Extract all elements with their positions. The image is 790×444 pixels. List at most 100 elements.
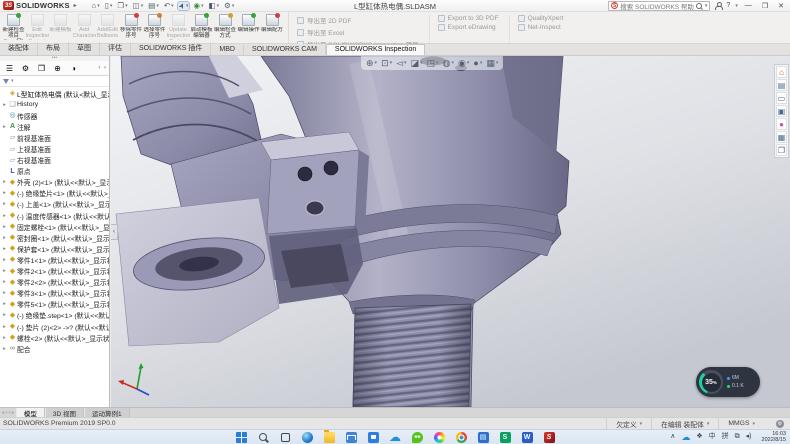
headsup-button[interactable]: ●▾ xyxy=(473,58,482,68)
export-menu-item[interactable]: 导出至 Excel xyxy=(297,27,419,37)
taskbar-app-button[interactable] xyxy=(278,430,292,444)
quick-access-button[interactable]: ◧▾ xyxy=(208,2,221,10)
tray-icon[interactable]: 中 xyxy=(709,433,716,441)
tray-icon[interactable]: ☁ xyxy=(681,433,690,441)
tree-item[interactable]: ▸ ❑ History xyxy=(0,99,109,110)
ribbon-tab[interactable]: SOLIDWORKS 插件 xyxy=(131,42,211,55)
expand-arrow-icon[interactable]: ▸ xyxy=(1,279,8,285)
expand-arrow-icon[interactable]: ▸ xyxy=(1,346,8,352)
expand-arrow-icon[interactable]: ▸ xyxy=(1,257,8,263)
ribbon-button[interactable]: 新建模板 xyxy=(49,13,72,42)
document-tab[interactable]: 3D 视图 xyxy=(45,408,84,417)
ribbon-tab[interactable]: 草图 xyxy=(69,42,100,55)
task-pane-tab[interactable]: ⌂ xyxy=(776,66,787,78)
headsup-button[interactable]: ◍▾ xyxy=(443,58,454,68)
tree-item[interactable]: ▸ ◆ (-) 垫片 (2)<2> ->? (默认<<默认> xyxy=(0,321,109,332)
tray-icon[interactable]: ❖ xyxy=(696,433,702,441)
status-options-icon[interactable]: ⚙ xyxy=(776,420,784,428)
restore-button[interactable]: ❐ xyxy=(759,2,771,10)
taskbar-app-button[interactable]: ☁ xyxy=(388,430,402,444)
tree-item[interactable]: ◎ 传感器 xyxy=(0,110,109,121)
dropdown-caret-icon[interactable]: ▾ xyxy=(404,58,407,68)
overlay-stats-widget[interactable]: 35% 6M 0.1 K xyxy=(696,367,760,397)
export-menu-item[interactable]: Export to 3D PDF xyxy=(438,15,499,22)
close-button[interactable]: ✕ xyxy=(775,2,787,10)
headsup-button[interactable]: ◉▾ xyxy=(458,58,469,68)
expand-arrow-icon[interactable]: ▸ xyxy=(1,290,8,296)
tree-item[interactable]: ▱ 前视基准面 xyxy=(0,132,109,143)
taskbar-app-button[interactable]: S xyxy=(542,430,556,444)
quick-access-button[interactable]: ❒▾ xyxy=(116,2,128,10)
ribbon-tab[interactable]: 布局 xyxy=(38,42,69,55)
quick-access-button[interactable]: ⚙▾ xyxy=(223,2,235,10)
export-menu-item[interactable]: 导出至 2D PDF xyxy=(297,15,419,25)
document-tab[interactable]: 模型 xyxy=(16,408,45,417)
taskbar-app-button[interactable] xyxy=(256,430,270,444)
tree-item[interactable]: ▸ ◆ 零件1<1> (默认<<默认>_显示状态 xyxy=(0,254,109,265)
dropdown-caret-icon[interactable]: ▾ xyxy=(110,2,113,10)
tree-item[interactable]: ▸ ◆ 密封圈<1> (默认<<默认>_显示状 xyxy=(0,232,109,243)
expand-arrow-icon[interactable]: ▸ xyxy=(1,335,8,341)
headsup-button[interactable]: ◳▾ xyxy=(427,58,439,68)
manager-tab[interactable]: ☰ xyxy=(2,62,17,75)
taskbar-clock[interactable]: 16:03 2022/8/15 xyxy=(758,431,786,443)
ribbon-button[interactable]: 编辑配方 xyxy=(261,13,284,42)
tray-icon[interactable]: 拼 xyxy=(722,433,729,441)
ribbon-button[interactable]: Update Inspection Project xyxy=(167,13,190,42)
tree-item[interactable]: ▸ ◆ 零件2<2> (默认<<默认>_显示状态 xyxy=(0,277,109,288)
dropdown-caret-icon[interactable]: ▾ xyxy=(451,58,454,68)
tree-item[interactable]: ▸ ◆ 固定螺栓<1> (默认<<默认>_显示 xyxy=(0,221,109,232)
graphics-viewport[interactable]: ⊕▾ ⊡▾ ◅▾ ◪▾ ◳▾ ◍▾ ◉▾ ●▾ ▦▾ xyxy=(111,56,790,407)
user-account-icon[interactable] xyxy=(714,2,722,10)
manager-tab[interactable]: ❒ xyxy=(34,62,49,75)
tree-item[interactable]: ▱ 右视基准面 xyxy=(0,155,109,166)
task-pane-tab[interactable]: ▭ xyxy=(776,92,787,104)
dropdown-caret-icon[interactable]: ▾ xyxy=(480,58,483,68)
task-pane-tab[interactable]: ▦ xyxy=(776,131,787,143)
status-item[interactable]: 在编辑 装配体▾ xyxy=(651,418,718,429)
ribbon-button[interactable]: 编辑操作 xyxy=(237,13,260,42)
quick-access-button[interactable]: ▯▾ xyxy=(104,2,114,10)
search-box[interactable]: S 搜索 SOLIDWORKS 帮助 ▾ xyxy=(608,1,710,11)
ribbon-tab[interactable]: 装配体 xyxy=(0,42,38,55)
export-menu-item[interactable]: Export eDrawing xyxy=(438,24,499,31)
tree-item[interactable]: ▸ ◆ 保护套<1> (默认<<默认>_显示状 xyxy=(0,243,109,254)
expand-arrow-icon[interactable]: ▸ xyxy=(1,235,8,241)
dropdown-caret-icon[interactable]: ▾ xyxy=(217,2,220,10)
task-pane-tab[interactable]: ▣ xyxy=(776,105,787,117)
taskbar-app-button[interactable]: S xyxy=(498,430,512,444)
document-tab[interactable]: 运动算例1 xyxy=(84,408,130,417)
panel-collapse-arrow[interactable]: ‹ xyxy=(111,224,118,240)
expand-arrow-icon[interactable]: ▸ xyxy=(1,179,8,185)
tree-item[interactable]: ▸ ◆ (-) 上盖<1> (默认<<默认>_显示状 xyxy=(0,199,109,210)
expand-arrow-icon[interactable]: ▸ xyxy=(1,246,8,252)
taskbar-app-button[interactable] xyxy=(300,430,314,444)
expand-arrow-icon[interactable]: ▸ xyxy=(1,190,8,196)
tree-item[interactable]: ▸ ◆ 螺栓<2> (默认<<默认>_显示状态 xyxy=(0,332,109,343)
quick-access-button[interactable]: ⌂▾ xyxy=(91,2,101,10)
help-button[interactable]: ? xyxy=(726,2,730,9)
tree-item[interactable]: ▸ ∞ 配合 xyxy=(0,343,109,354)
taskbar-app-button[interactable] xyxy=(234,430,248,444)
ribbon-tab[interactable]: MBD xyxy=(211,45,244,55)
quick-access-button[interactable]: ◉▾ xyxy=(192,2,204,10)
tree-item[interactable]: L 原点 xyxy=(0,166,109,177)
ribbon-button[interactable]: 编辑检查方式 xyxy=(214,13,237,42)
expand-arrow-icon[interactable]: ▸ xyxy=(1,268,8,274)
dropdown-caret-icon[interactable]: ▾ xyxy=(467,58,470,68)
expand-arrow-icon[interactable]: ▸ xyxy=(1,213,8,219)
taskbar-app-button[interactable] xyxy=(322,430,336,444)
tray-icon[interactable]: ∧ xyxy=(670,433,675,441)
ribbon-button[interactable]: 启动模板编辑器 xyxy=(190,13,213,42)
dropdown-caret-icon[interactable]: ▾ xyxy=(707,421,710,427)
quick-access-button[interactable]: ➤▾ xyxy=(178,2,190,10)
tree-item[interactable]: ▸ ◆ 零件5<1> (默认<<默认>_显示状态 xyxy=(0,299,109,310)
dropdown-caret-icon[interactable]: ▾ xyxy=(156,2,159,10)
expand-arrow-icon[interactable]: ▸ xyxy=(1,224,8,230)
dropdown-caret-icon[interactable]: ▾ xyxy=(752,421,755,427)
search-caret-icon[interactable]: ▾ xyxy=(705,3,708,9)
expand-arrow-icon[interactable]: ▸ xyxy=(1,201,8,207)
tree-item[interactable]: ▸ ◆ (-) 温度传感器<1> (默认<<默认>_ xyxy=(0,210,109,221)
ribbon-button[interactable]: Add Characteristic xyxy=(73,13,96,42)
taskbar-app-button[interactable] xyxy=(454,430,468,444)
